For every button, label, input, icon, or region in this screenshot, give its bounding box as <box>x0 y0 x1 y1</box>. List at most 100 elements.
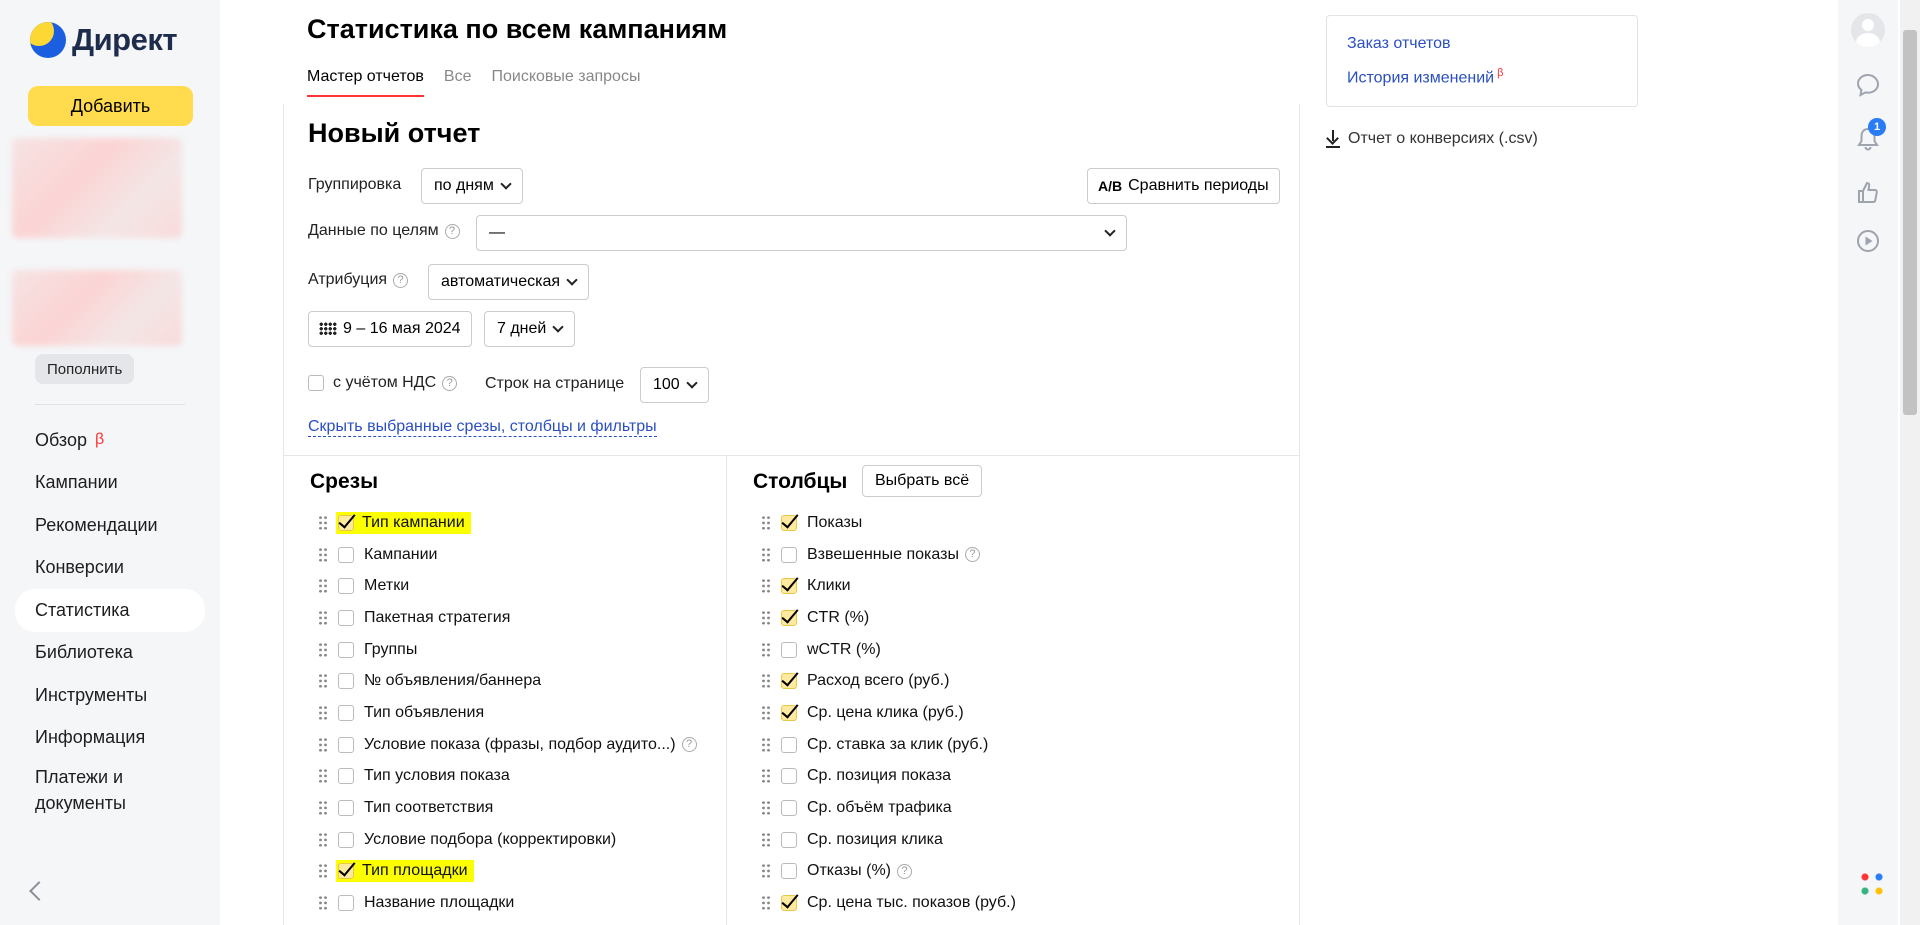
drag-handle-icon[interactable] <box>318 578 328 595</box>
item-checkbox[interactable] <box>781 831 797 848</box>
item-checkbox[interactable] <box>781 704 797 721</box>
drag-handle-icon[interactable] <box>761 673 771 690</box>
item-checkbox[interactable] <box>781 863 797 880</box>
item-checkbox[interactable] <box>338 514 354 531</box>
list-item[interactable]: Тип площадки <box>318 856 697 888</box>
drag-handle-icon[interactable] <box>761 768 771 785</box>
add-button[interactable]: Добавить <box>28 86 193 126</box>
list-item[interactable]: Расход всего (руб.) <box>761 665 1016 697</box>
topup-button[interactable]: Пополнить <box>35 354 135 384</box>
apps-icon[interactable] <box>1858 870 1886 898</box>
grouping-dropdown[interactable]: по дням <box>421 168 523 204</box>
drag-handle-icon[interactable] <box>761 895 771 912</box>
item-checkbox[interactable] <box>338 800 354 817</box>
list-item[interactable]: Тип кампании <box>318 507 697 539</box>
item-checkbox[interactable] <box>338 546 354 563</box>
list-item[interactable]: Тип соответствия <box>318 792 697 824</box>
drag-handle-icon[interactable] <box>318 641 328 658</box>
list-item[interactable]: № объявления/баннера <box>318 665 697 697</box>
item-checkbox[interactable] <box>781 673 797 690</box>
drag-handle-icon[interactable] <box>318 609 328 626</box>
list-item[interactable]: Показы <box>761 507 1016 539</box>
list-item[interactable]: Ср. объём трафика <box>761 792 1016 824</box>
list-item[interactable]: Метки <box>318 570 697 602</box>
list-item[interactable]: Пакетная стратегия <box>318 602 697 634</box>
drag-handle-icon[interactable] <box>761 546 771 563</box>
item-checkbox[interactable] <box>338 768 354 785</box>
item-checkbox[interactable] <box>781 546 797 563</box>
list-item[interactable]: Кампании <box>318 539 697 571</box>
thumbs-up-icon[interactable] <box>1853 180 1883 210</box>
drag-handle-icon[interactable] <box>318 546 328 563</box>
help-icon[interactable]: ? <box>897 863 913 879</box>
item-checkbox[interactable] <box>338 831 354 848</box>
change-history-link[interactable]: История изменений β <box>1347 67 1503 87</box>
drag-handle-icon[interactable] <box>318 768 328 785</box>
list-item[interactable]: CTR (%) <box>761 602 1016 634</box>
sidebar-item-statistics[interactable]: Статистика <box>15 589 205 632</box>
list-item[interactable]: Ср. позиция клика <box>761 824 1016 856</box>
drag-handle-icon[interactable] <box>761 736 771 753</box>
item-checkbox[interactable] <box>781 736 797 753</box>
sidebar-item-conversions[interactable]: Конверсии <box>15 547 205 590</box>
item-checkbox[interactable] <box>338 609 354 626</box>
drag-handle-icon[interactable] <box>761 800 771 817</box>
help-icon[interactable]: ? <box>681 737 697 753</box>
hide-selections-link[interactable]: Скрыть выбранные срезы, столбцы и фильтр… <box>308 418 657 437</box>
help-icon[interactable]: ? <box>444 223 460 239</box>
list-item[interactable]: Тип объявления <box>318 697 697 729</box>
item-checkbox[interactable] <box>781 578 797 595</box>
list-item[interactable]: Отказы (%)? <box>761 856 1016 888</box>
vat-checkbox[interactable] <box>308 375 324 391</box>
list-item[interactable]: Название площадки <box>318 887 697 919</box>
item-checkbox[interactable] <box>781 800 797 817</box>
page-scrollbar-thumb[interactable] <box>1903 30 1917 415</box>
list-item[interactable]: Клики <box>761 570 1016 602</box>
help-icon[interactable]: ? <box>964 547 980 563</box>
direct-logo[interactable]: Директ <box>30 22 178 58</box>
list-item[interactable]: Ср. ставка за клик (руб.) <box>761 729 1016 761</box>
sidebar-item-tools[interactable]: Инструменты <box>15 674 205 717</box>
list-item[interactable]: Условие показа (фразы, подбор аудито...)… <box>318 729 697 761</box>
help-icon[interactable]: ? <box>442 375 458 391</box>
drag-handle-icon[interactable] <box>761 704 771 721</box>
list-item[interactable]: Ср. цена тыс. показов (руб.) <box>761 887 1016 919</box>
item-checkbox[interactable] <box>338 578 354 595</box>
item-checkbox[interactable] <box>338 863 354 880</box>
drag-handle-icon[interactable] <box>318 800 328 817</box>
sidebar-item-recommendations[interactable]: Рекомендации <box>15 504 205 547</box>
drag-handle-icon[interactable] <box>761 578 771 595</box>
tab-search-queries[interactable]: Поисковые запросы <box>492 68 641 97</box>
drag-handle-icon[interactable] <box>318 863 328 880</box>
compare-periods-button[interactable]: A/B Сравнить периоды <box>1087 168 1280 204</box>
sidebar-item-campaigns[interactable]: Кампании <box>15 462 205 505</box>
list-item[interactable]: Группы <box>318 634 697 666</box>
tab-all[interactable]: Все <box>444 68 472 97</box>
drag-handle-icon[interactable] <box>761 514 771 531</box>
goals-dropdown[interactable]: — <box>476 215 1127 251</box>
order-reports-link[interactable]: Заказ отчетов <box>1347 35 1451 53</box>
list-item[interactable]: Ср. позиция показа <box>761 761 1016 793</box>
item-checkbox[interactable] <box>781 609 797 626</box>
item-checkbox[interactable] <box>338 704 354 721</box>
drag-handle-icon[interactable] <box>761 863 771 880</box>
item-checkbox[interactable] <box>338 736 354 753</box>
list-item[interactable]: Тип условия показа <box>318 761 697 793</box>
drag-handle-icon[interactable] <box>318 514 328 531</box>
chat-icon[interactable] <box>1853 72 1883 102</box>
drag-handle-icon[interactable] <box>318 704 328 721</box>
item-checkbox[interactable] <box>781 895 797 912</box>
play-icon[interactable] <box>1853 228 1883 258</box>
sidebar-item-library[interactable]: Библиотека <box>15 632 205 675</box>
sidebar-item-payments[interactable]: Платежи и документы <box>15 759 155 823</box>
item-checkbox[interactable] <box>781 641 797 658</box>
item-checkbox[interactable] <box>338 895 354 912</box>
avatar[interactable] <box>1851 13 1885 47</box>
select-all-button[interactable]: Выбрать всё <box>862 465 983 497</box>
help-icon[interactable]: ? <box>393 272 409 288</box>
drag-handle-icon[interactable] <box>761 641 771 658</box>
item-checkbox[interactable] <box>781 514 797 531</box>
item-checkbox[interactable] <box>338 641 354 658</box>
attribution-dropdown[interactable]: автоматическая <box>428 264 590 300</box>
collapse-sidebar-icon[interactable] <box>29 881 49 901</box>
